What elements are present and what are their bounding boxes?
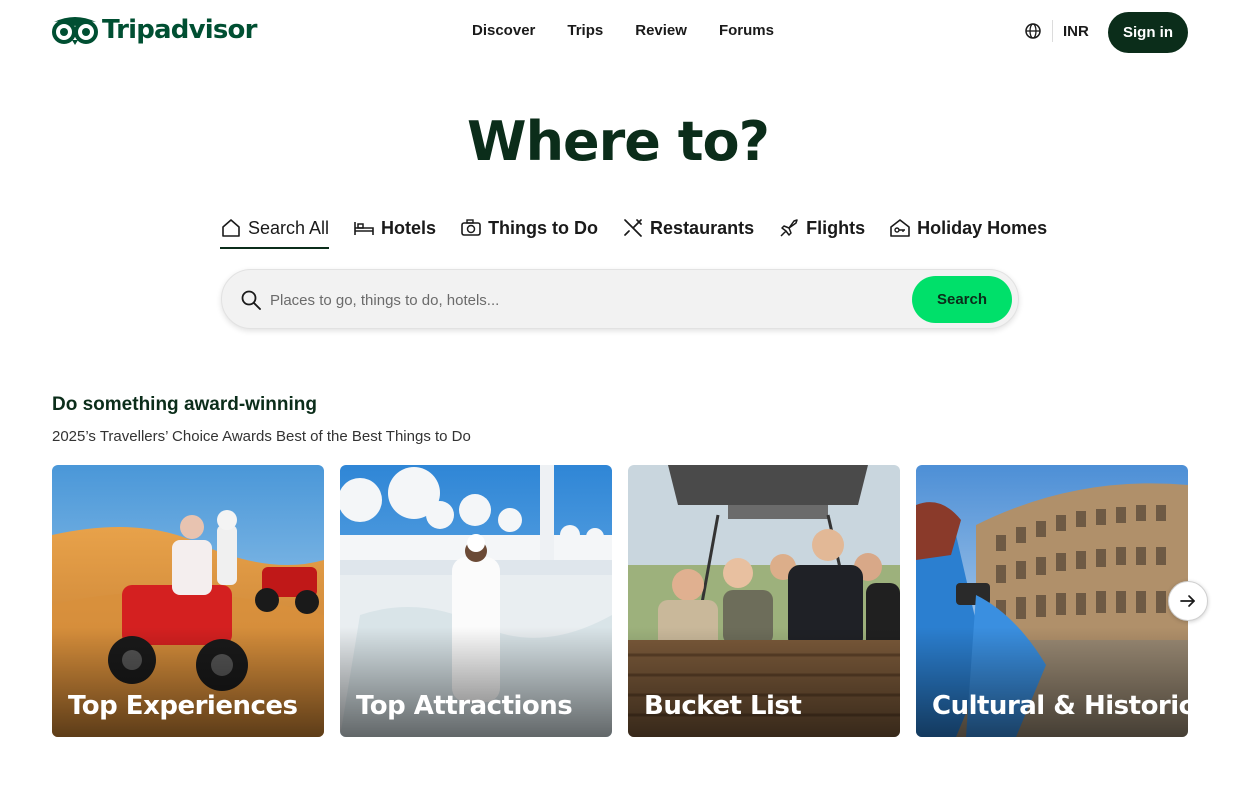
house-key-icon xyxy=(890,219,910,237)
tab-label: Flights xyxy=(806,217,866,238)
nav-forums[interactable]: Forums xyxy=(719,22,774,39)
tab-label: Holiday Homes xyxy=(917,217,1048,238)
home-icon xyxy=(222,219,240,237)
search-icon xyxy=(241,290,261,310)
tab-label: Hotels xyxy=(381,217,437,238)
tab-label: Search All xyxy=(248,217,330,238)
page-title: Where to? xyxy=(467,110,770,173)
tab-hotels[interactable]: Hotels xyxy=(353,212,436,244)
language-currency-selector[interactable]: INR xyxy=(1024,20,1089,42)
search-bar: Search xyxy=(221,269,1019,329)
sign-in-button[interactable]: Sign in xyxy=(1108,12,1188,53)
search-button[interactable]: Search xyxy=(912,276,1012,323)
section-subtitle: 2025’s Travellers’ Choice Awards Best of… xyxy=(52,428,471,445)
tripadvisor-logo[interactable]: Tripadvisor xyxy=(52,14,257,46)
section-title: Do something award-winning xyxy=(52,394,317,415)
card-label: Bucket List xyxy=(644,691,802,721)
divider xyxy=(1052,20,1053,42)
utensils-icon xyxy=(624,219,642,237)
camera-icon xyxy=(461,219,481,236)
nav-review[interactable]: Review xyxy=(635,22,687,39)
owl-logo-icon xyxy=(52,17,98,45)
arrow-right-icon xyxy=(1180,595,1195,607)
tab-label: Restaurants xyxy=(650,217,755,238)
category-carousel: Top Experiences Top Attractions Bucket L… xyxy=(52,465,1188,737)
nav-discover[interactable]: Discover xyxy=(472,22,535,39)
search-category-tabs: Search All Hotels Things to Do Restauran… xyxy=(220,212,1047,250)
card-bucket-list[interactable]: Bucket List xyxy=(628,465,900,737)
card-top-experiences[interactable]: Top Experiences xyxy=(52,465,324,737)
tab-label: Things to Do xyxy=(488,217,599,238)
main-nav: Discover Trips Review Forums xyxy=(472,22,774,39)
card-label: Cultural & Historic xyxy=(932,691,1188,721)
tab-things-to-do[interactable]: Things to Do xyxy=(460,212,598,244)
nav-trips[interactable]: Trips xyxy=(567,22,603,39)
tab-holiday-homes[interactable]: Holiday Homes xyxy=(889,212,1047,244)
card-top-attractions[interactable]: Top Attractions xyxy=(340,465,612,737)
plane-icon xyxy=(780,219,798,237)
logo-text: Tripadvisor xyxy=(102,15,257,45)
tab-flights[interactable]: Flights xyxy=(778,212,865,244)
search-input[interactable] xyxy=(270,286,890,314)
currency-label[interactable]: INR xyxy=(1063,23,1089,40)
card-label: Top Attractions xyxy=(356,691,573,721)
tab-search-all[interactable]: Search All xyxy=(220,212,330,249)
carousel-next-button[interactable] xyxy=(1168,581,1208,621)
globe-icon xyxy=(1025,23,1041,39)
site-header: Tripadvisor Discover Trips Review Forums… xyxy=(0,0,1250,64)
bed-icon xyxy=(354,222,374,235)
tab-restaurants[interactable]: Restaurants xyxy=(622,212,754,244)
card-label: Top Experiences xyxy=(68,691,298,721)
card-cultural-historic[interactable]: Cultural & Historic xyxy=(916,465,1188,737)
